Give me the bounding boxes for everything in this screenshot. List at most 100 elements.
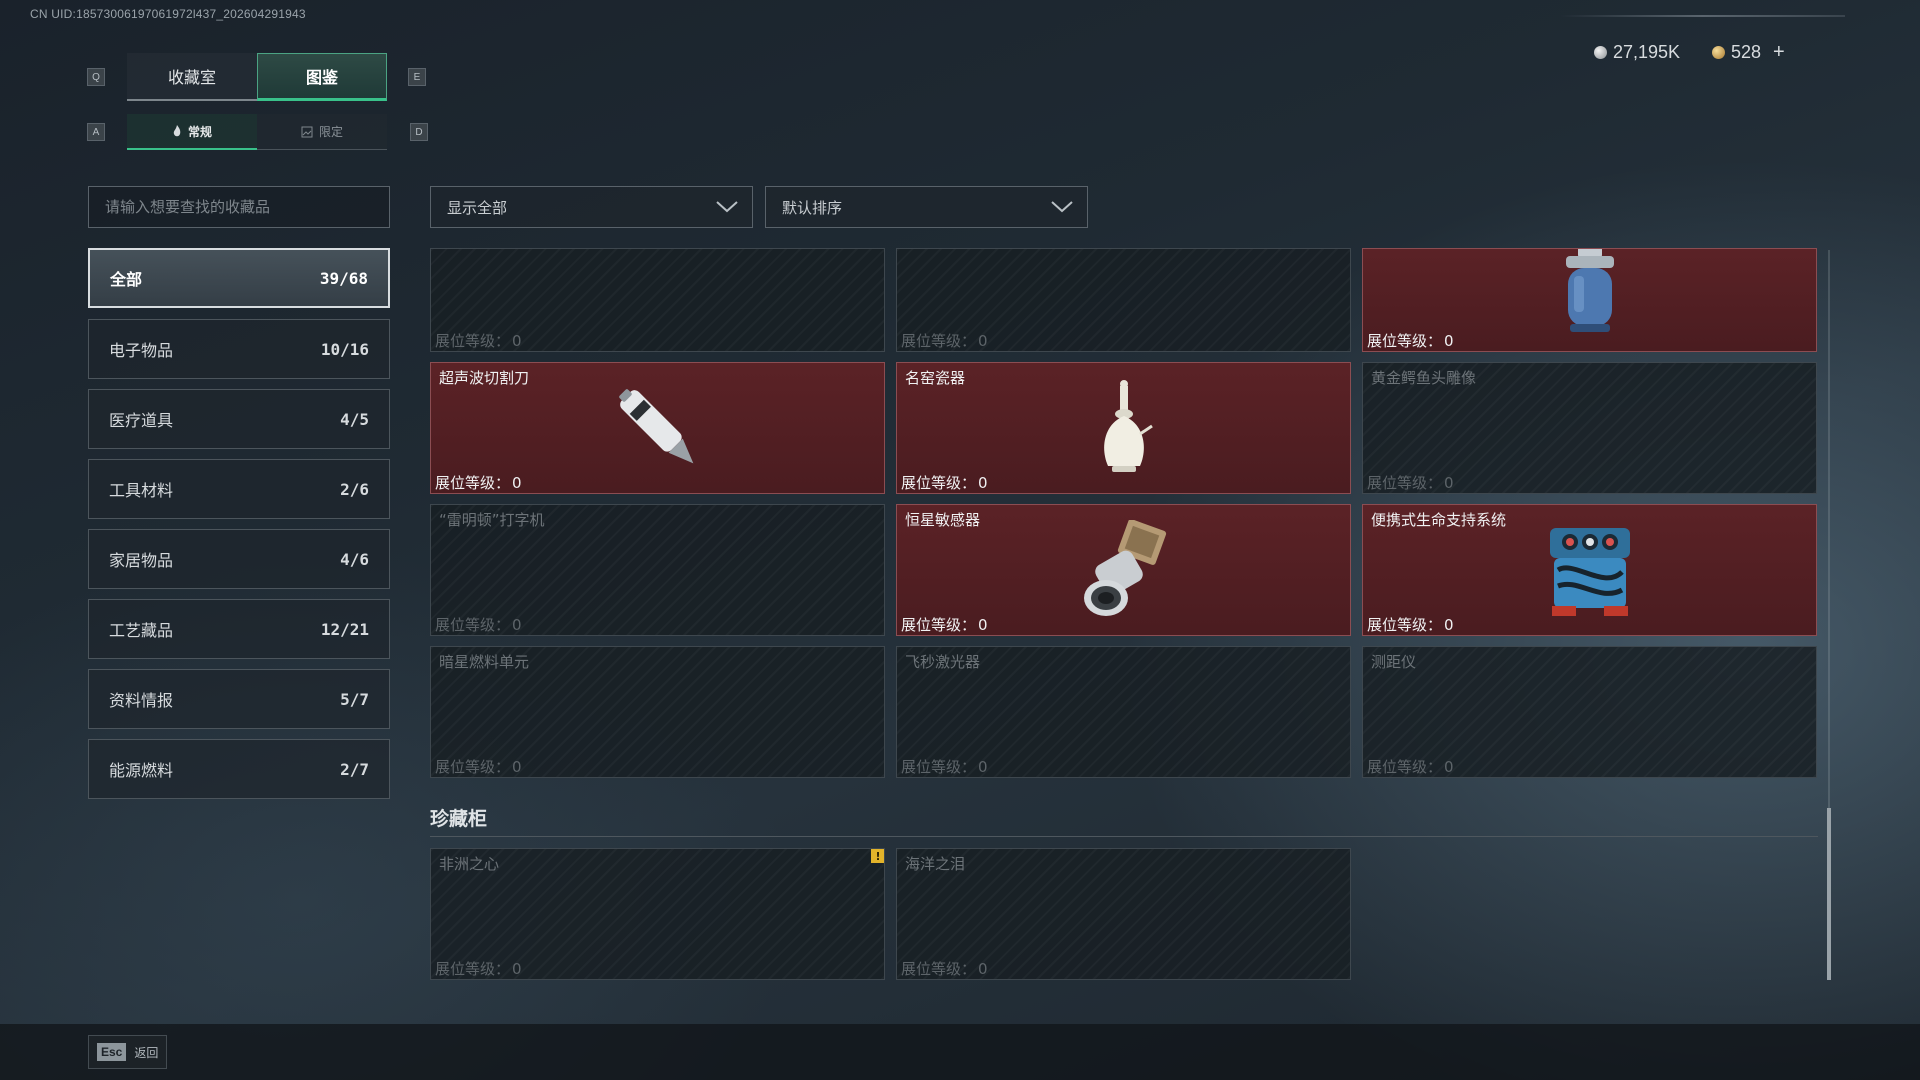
uid-text: CN UID:18573006197061972l437_20260429194… (30, 7, 306, 21)
sort-dropdown[interactable]: 默认排序 (765, 186, 1088, 228)
gold-currency: 528 + (1712, 38, 1785, 66)
filter-dropdown[interactable]: 显示全部 (430, 186, 753, 228)
key-hint-d: D (410, 123, 428, 141)
silver-coin-icon (1594, 45, 1607, 59)
category-intel[interactable]: 资料情报 5/7 (88, 669, 390, 729)
display-level: 展位等级： 0 (901, 474, 988, 492)
item-name: 便携式生命支持系统 (1371, 511, 1507, 529)
category-count: 4/6 (340, 549, 369, 569)
subtab-regular-label: 常规 (187, 124, 212, 139)
filter-value: 显示全部 (447, 198, 508, 217)
collectible-card[interactable]: 恒星敏感器 展位等级： 0 (896, 504, 1351, 636)
item-name: 恒星敏感器 (905, 511, 981, 529)
category-label: 电子物品 (109, 341, 174, 360)
category-label: 资料情报 (109, 691, 174, 710)
gas-canister-icon (1565, 249, 1614, 332)
esc-key-hint: Esc (97, 1043, 127, 1061)
ultrasonic-knife-icon (618, 389, 693, 464)
key-hint-e: E (408, 68, 426, 86)
item-name: 非洲之心 (439, 855, 500, 873)
category-household[interactable]: 家居物品 4/6 (88, 529, 390, 589)
subtab-regular[interactable]: 常规 (127, 114, 257, 150)
porcelain-vase-icon (1103, 380, 1153, 472)
flame-icon (173, 125, 181, 137)
item-name: 测距仪 (1371, 653, 1417, 671)
warning-icon: ! (871, 849, 884, 863)
collectible-card[interactable]: 便携式生命支持系统 展位等级： 0 (1362, 504, 1817, 636)
gold-coin-icon (1712, 45, 1725, 59)
image-icon (301, 126, 313, 137)
item-name: 超声波切割刀 (439, 369, 530, 387)
search-input[interactable] (105, 198, 389, 216)
scrollbar-thumb[interactable] (1827, 808, 1831, 980)
key-hint-q: Q (87, 68, 105, 86)
category-count: 2/7 (340, 759, 369, 779)
life-support-system-icon (1549, 528, 1630, 616)
display-level: 展位等级： 0 (1367, 758, 1454, 776)
collectible-card[interactable]: 名窑瓷器 展位等级： 0 (896, 362, 1351, 494)
footer-bar (0, 1024, 1920, 1080)
add-currency-button[interactable]: + (1773, 41, 1785, 64)
display-level: 展位等级： 0 (435, 960, 522, 978)
category-energy[interactable]: 能源燃料 2/7 (88, 739, 390, 799)
display-level: 展位等级： 0 (901, 616, 988, 634)
category-label: 工艺藏品 (109, 621, 174, 640)
display-level: 展位等级： 0 (1367, 474, 1454, 492)
collectible-card[interactable]: 展位等级： 0 (1362, 248, 1817, 352)
section-title-treasure: 珍藏柜 (430, 808, 488, 830)
display-level: 展位等级： 0 (901, 960, 988, 978)
chevron-down-icon (716, 201, 738, 213)
category-count: 4/5 (340, 409, 369, 429)
silver-currency: 27,195K (1594, 38, 1680, 66)
tab-catalog[interactable]: 图鉴 (257, 53, 387, 101)
back-label: 返回 (134, 1045, 159, 1060)
display-level: 展位等级： 0 (901, 332, 988, 350)
collectible-card[interactable]: 展位等级： 0 (430, 248, 885, 352)
tab-collection-room[interactable]: 收藏室 (127, 53, 257, 101)
category-label: 能源燃料 (109, 761, 174, 780)
collectible-card[interactable]: 超声波切割刀 展位等级： 0 (430, 362, 885, 494)
subtab-limited[interactable]: 限定 (257, 114, 387, 150)
top-divider (1560, 15, 1845, 17)
collectible-card[interactable]: “雷明顿”打字机 展位等级： 0 (430, 504, 885, 636)
category-electronics[interactable]: 电子物品 10/16 (88, 319, 390, 379)
chevron-down-icon (1051, 201, 1073, 213)
category-crafts[interactable]: 工艺藏品 12/21 (88, 599, 390, 659)
category-count: 2/6 (340, 479, 369, 499)
back-button[interactable]: Esc 返回 (88, 1035, 168, 1069)
silver-amount: 27,195K (1613, 41, 1681, 62)
category-all[interactable]: 全部 39/68 (88, 248, 390, 308)
display-level: 展位等级： 0 (435, 474, 522, 492)
item-name: 暗星燃料单元 (439, 653, 530, 671)
subtab-limited-label: 限定 (318, 125, 343, 139)
category-tools[interactable]: 工具材料 2/6 (88, 459, 390, 519)
collectible-card[interactable]: 飞秒激光器 展位等级： 0 (896, 646, 1351, 778)
item-name: 飞秒激光器 (905, 653, 981, 671)
category-label: 家居物品 (109, 551, 174, 570)
collectible-card[interactable]: 海洋之泪 展位等级： 0 (896, 848, 1351, 980)
item-name: 黄金鳄鱼头雕像 (1371, 369, 1477, 387)
star-sensor-icon (1083, 520, 1166, 616)
category-count: 5/7 (340, 689, 369, 709)
collectible-card[interactable]: 黄金鳄鱼头雕像 展位等级： 0 (1362, 362, 1817, 494)
category-medical[interactable]: 医疗道具 4/5 (88, 389, 390, 449)
category-label: 工具材料 (109, 481, 174, 500)
display-level: 展位等级： 0 (435, 332, 522, 350)
item-name: “雷明顿”打字机 (439, 511, 545, 529)
gold-amount: 528 (1731, 41, 1762, 62)
display-level: 展位等级： 0 (435, 616, 522, 634)
key-hint-a: A (87, 123, 105, 141)
category-count: 10/16 (320, 339, 369, 359)
display-level: 展位等级： 0 (901, 758, 988, 776)
search-box[interactable] (88, 186, 390, 228)
display-level: 展位等级： 0 (1367, 616, 1454, 634)
display-level: 展位等级： 0 (1367, 332, 1454, 350)
item-name: 名窑瓷器 (905, 369, 966, 387)
collectible-card[interactable]: 测距仪 展位等级： 0 (1362, 646, 1817, 778)
category-label: 医疗道具 (109, 411, 174, 430)
collectible-card[interactable]: 展位等级： 0 (896, 248, 1351, 352)
collectible-card[interactable]: 非洲之心 ! 展位等级： 0 (430, 848, 885, 980)
category-count: 39/68 (319, 268, 368, 288)
collectible-card[interactable]: 暗星燃料单元 展位等级： 0 (430, 646, 885, 778)
sort-value: 默认排序 (782, 198, 843, 217)
